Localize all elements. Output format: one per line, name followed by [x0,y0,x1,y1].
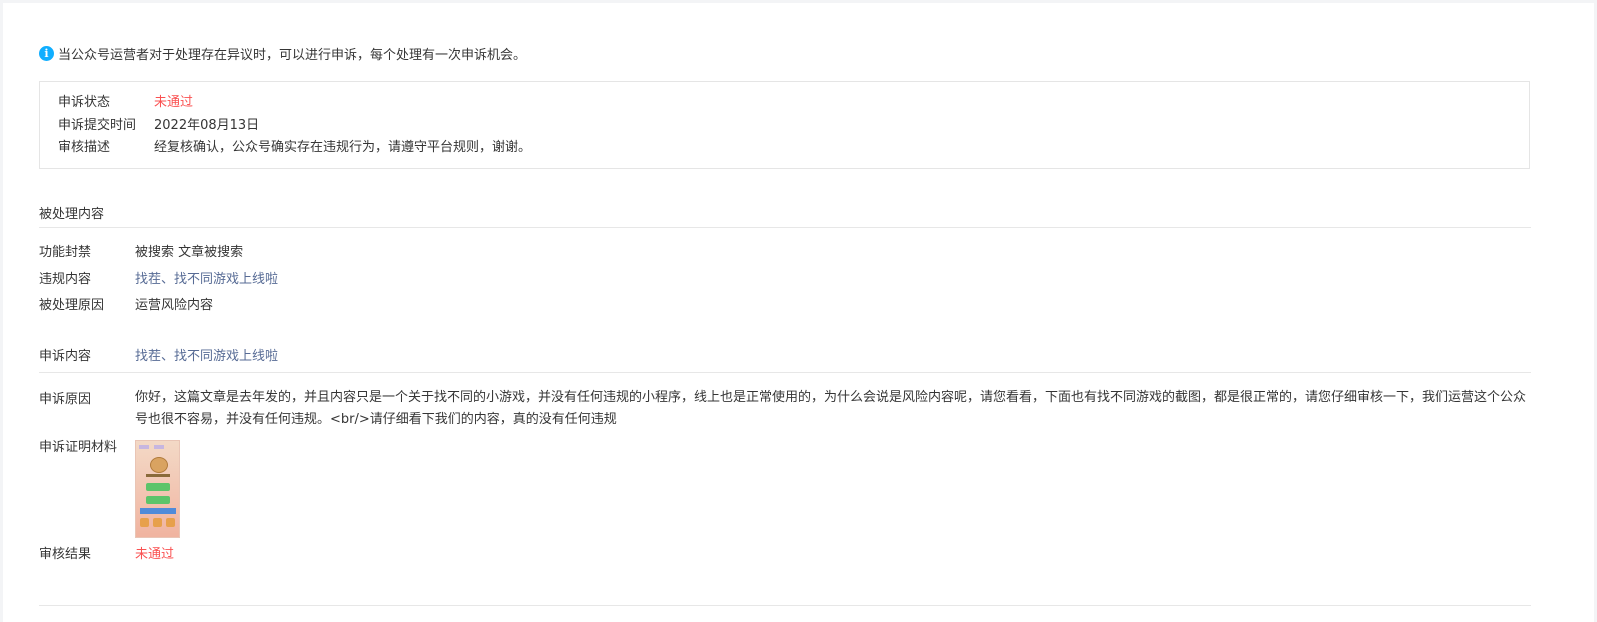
proof-image-thumbnail[interactable] [135,440,180,538]
appeal-reason-label: 申诉原因 [39,392,92,407]
appeal-time-value: 2022年08月13日 [154,118,260,133]
violation-value-row[interactable]: 找茬、找不同游戏上线啦 [135,271,278,289]
bottom-divider [39,605,1531,606]
processed-reason-value: 运营风险内容 [135,298,214,313]
appeal-state-label: 申诉状态 [58,95,111,110]
appeal-state-row: 申诉状态 [58,94,110,112]
appeal-time-label: 申诉提交时间 [58,118,137,133]
appeal-time-value-row: 2022年08月13日 [154,117,259,135]
processed-divider [39,227,1531,228]
appeal-article-link[interactable]: 找茬、找不同游戏上线啦 [135,348,278,366]
appeal-state-value-row: 未通过 [154,94,193,112]
appeal-state-value: 未通过 [154,95,194,110]
review-result-value: 未通过 [135,547,175,562]
review-desc-value: 经复核确认，公众号确实存在违规行为，请遵守平台规则，谢谢。 [154,140,532,155]
ban-label-row: 功能封禁 [39,244,91,262]
appeal-reason-label-row: 申诉原因 [39,391,91,409]
review-desc-value-row: 经复核确认，公众号确实存在违规行为，请遵守平台规则，谢谢。 [154,139,531,157]
notice-text: 当公众号运营者对于处理存在异议时，可以进行申诉，每个处理有一次申诉机会。 [58,48,527,63]
appeal-content-value-row[interactable]: 找茬、找不同游戏上线啦 [135,348,278,366]
ban-value-row: 被搜索 文章被搜索 [135,244,243,262]
review-result-label-row: 审核结果 [39,546,91,564]
review-desc-label: 审核描述 [58,140,111,155]
appeal-content-label-row: 申诉内容 [39,348,91,366]
processed-section-title: 被处理内容 [39,207,105,222]
ban-value: 被搜索 文章被搜索 [135,245,244,260]
violation-article-link[interactable]: 找茬、找不同游戏上线啦 [135,271,278,289]
appeal-time-row: 申诉提交时间 [58,117,136,135]
processed-reason-label-row: 被处理原因 [39,297,104,315]
proof-label: 申诉证明材料 [39,440,118,455]
violation-label-row: 违规内容 [39,271,91,289]
appeal-reason-value: 你好，这篇文章是去年发的，并且内容只是一个关于找不同的小游戏，并没有任何违规的小… [135,390,1527,427]
processed-reason-label: 被处理原因 [39,298,105,313]
proof-label-row: 申诉证明材料 [39,439,117,457]
appeal-content-label: 申诉内容 [39,349,92,364]
violation-label: 违规内容 [39,272,92,287]
processed-reason-value-row: 运营风险内容 [135,297,213,315]
appeal-notice: i 当公众号运营者对于处理存在异议时，可以进行申诉，每个处理有一次申诉机会。 [39,44,526,63]
info-icon: i [39,46,54,61]
review-result-value-row: 未通过 [135,546,174,564]
review-result-label: 审核结果 [39,547,92,562]
ban-label: 功能封禁 [39,245,92,260]
review-desc-row: 审核描述 [58,139,110,157]
appeal-divider [39,372,1531,373]
